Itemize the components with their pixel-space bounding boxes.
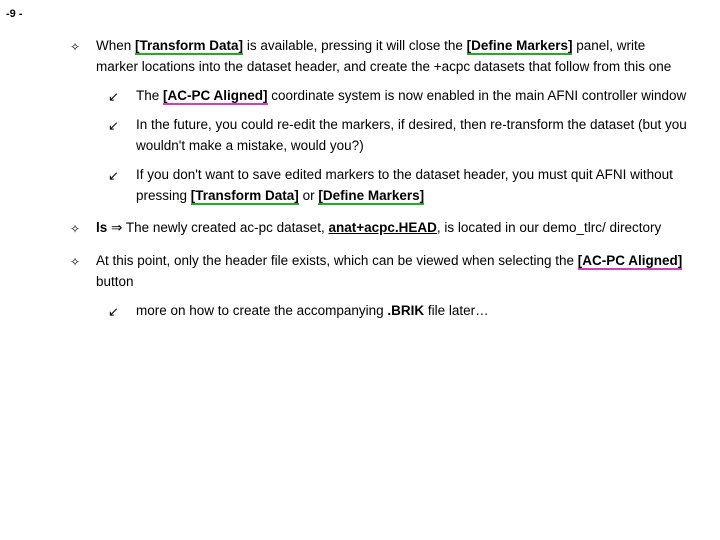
define-markers-button-ref: [Define Markers] [467, 38, 573, 53]
text: more on how to create the accompanying [136, 303, 387, 318]
arrow-icon: ↙ [108, 87, 119, 107]
diamond-icon: ✧ [70, 220, 80, 239]
bullet-item: ✧ ls ⇒ The newly created ac-pc dataset, … [70, 218, 690, 239]
text: button [96, 274, 134, 289]
brik-ext: .BRIK [387, 303, 424, 318]
transform-data-button-ref: [Transform Data] [135, 38, 243, 53]
bullet-item: ✧ At this point, only the header file ex… [70, 251, 690, 322]
slide-content: ✧ When [Transform Data] is available, pr… [0, 0, 720, 354]
text: is available, pressing it will close the [243, 38, 467, 53]
arrow-icon: ↙ [108, 166, 119, 186]
transform-data-button-ref: [Transform Data] [191, 188, 299, 203]
page-number: -9 - [6, 6, 23, 23]
sub-bullet-item: ↙ If you don't want to save edited marke… [108, 165, 690, 207]
text: At this point, only the header file exis… [96, 253, 578, 268]
ls-command: ls [96, 220, 111, 235]
bullet-item: ✧ When [Transform Data] is available, pr… [70, 36, 690, 206]
sub-bullet-item: ↙ In the future, you could re-edit the m… [108, 115, 690, 157]
text: The [136, 88, 163, 103]
text: When [96, 38, 135, 53]
sub-bullet-item: ↙ more on how to create the accompanying… [108, 301, 690, 322]
acpc-aligned-button-ref: [AC-PC Aligned] [163, 88, 268, 103]
text: , is located in our demo_tlrc/ directory [437, 220, 661, 235]
text: or [299, 188, 319, 203]
text: file later… [424, 303, 489, 318]
filename: anat+acpc.HEAD [328, 220, 436, 235]
arrow-icon: ↙ [108, 116, 119, 136]
text: coordinate system is now enabled in the … [268, 88, 687, 103]
diamond-icon: ✧ [70, 38, 80, 57]
diamond-icon: ✧ [70, 253, 80, 272]
arrow-icon: ↙ [108, 302, 119, 322]
sub-bullet-item: ↙ The [AC-PC Aligned] coordinate system … [108, 86, 690, 107]
arrow-icon: ⇒ [111, 220, 122, 235]
acpc-aligned-button-ref: [AC-PC Aligned] [578, 253, 683, 268]
text: The newly created ac-pc dataset, [122, 220, 328, 235]
define-markers-button-ref: [Define Markers] [318, 188, 424, 203]
text: In the future, you could re-edit the mar… [136, 117, 687, 153]
